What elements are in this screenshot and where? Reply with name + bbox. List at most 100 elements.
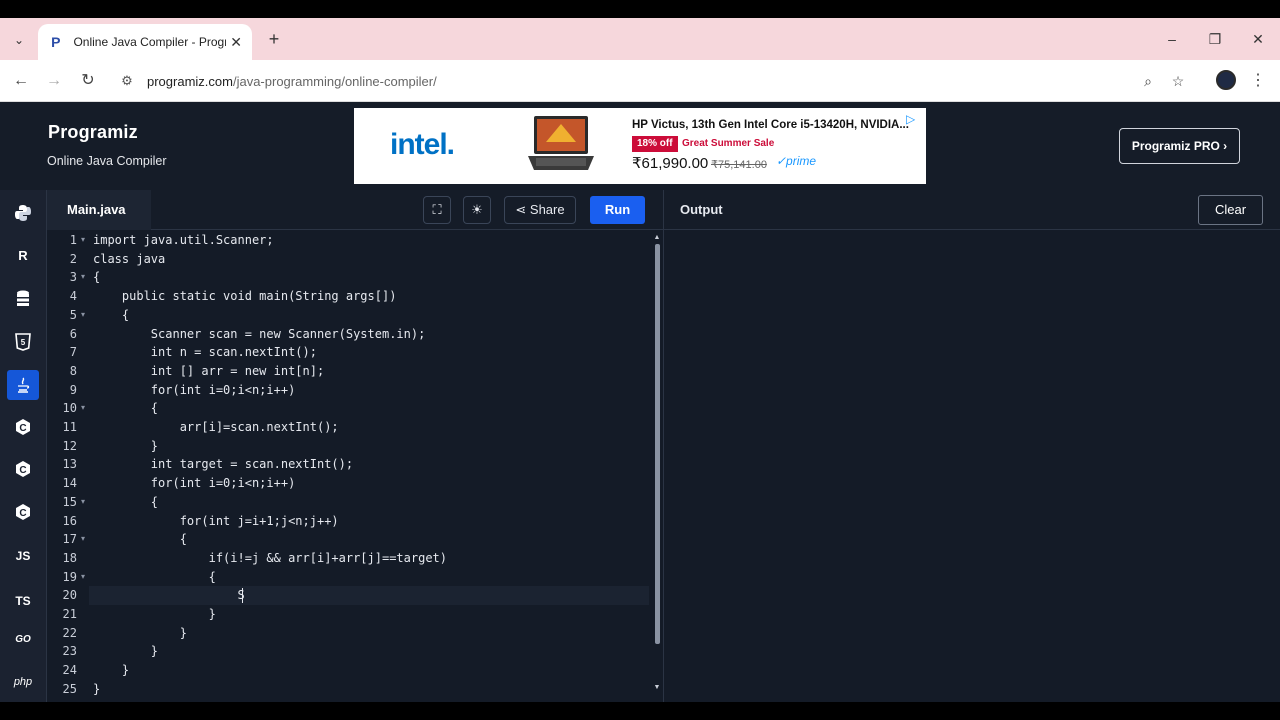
- forward-icon[interactable]: →: [42, 69, 66, 93]
- bookmark-star-icon[interactable]: ☆: [1168, 71, 1188, 91]
- share-icon: ⋖: [515, 202, 527, 217]
- scrollbar-thumb[interactable]: [655, 244, 660, 644]
- tab-close-icon[interactable]: ✕: [230, 34, 242, 51]
- scroll-up-icon[interactable]: ▲: [653, 234, 661, 241]
- tab-search-dropdown-icon[interactable]: ⌄: [8, 29, 30, 51]
- code-line[interactable]: {: [93, 399, 158, 418]
- code-line[interactable]: {: [93, 268, 100, 287]
- svg-text:5: 5: [21, 338, 26, 347]
- ad-price: ₹61,990.00: [632, 155, 709, 172]
- python-icon[interactable]: [7, 198, 39, 228]
- minimize-icon[interactable]: –: [1161, 28, 1183, 50]
- share-button[interactable]: ⋖ Share: [504, 196, 576, 224]
- code-line[interactable]: }: [93, 661, 129, 680]
- fold-arrow-icon[interactable]: ▾: [81, 568, 85, 587]
- html5-icon[interactable]: 5: [7, 327, 39, 357]
- line-number: 25: [62, 681, 77, 696]
- line-number: 11: [62, 420, 77, 434]
- line-number: 15: [62, 494, 77, 509]
- code-line[interactable]: import java.util.Scanner;: [93, 231, 274, 250]
- code-area[interactable]: import java.util.Scanner; class java{ pub…: [93, 230, 653, 702]
- code-line[interactable]: }: [93, 605, 216, 624]
- code-editor[interactable]: 1 ▾ 2 3 ▾ 4 5 ▾ 6 7 8 9 10 ▾ 11 12 13 14 15 ▾ 16 17 ▾ 18 19 ▾ 20 21…: [47, 230, 663, 702]
- svg-text:C: C: [19, 465, 26, 476]
- run-button[interactable]: Run: [590, 196, 645, 224]
- line-number: 24: [62, 663, 77, 678]
- reload-icon[interactable]: ↻: [76, 69, 100, 93]
- code-line[interactable]: for(int i=0;i<n;i++): [93, 381, 296, 400]
- line-number: 5: [69, 307, 77, 322]
- address-bar[interactable]: ⚙ programiz.com/java-programming/online-…: [110, 65, 1200, 97]
- clear-button[interactable]: Clear: [1198, 195, 1263, 225]
- code-line[interactable]: }: [93, 642, 158, 661]
- code-line[interactable]: {: [93, 530, 187, 549]
- code-line[interactable]: {: [93, 306, 129, 325]
- ad-banner[interactable]: intel. HP Victus, 13th Gen Intel Core i5…: [354, 108, 926, 184]
- file-tab-main-java[interactable]: Main.java: [47, 190, 151, 230]
- line-number: 17: [62, 532, 77, 547]
- line-number: 1: [69, 233, 77, 247]
- line-number: 22: [62, 625, 77, 640]
- scroll-down-icon[interactable]: ▼: [653, 684, 661, 691]
- back-icon[interactable]: ←: [9, 69, 33, 93]
- typescript-icon[interactable]: TS: [7, 586, 39, 616]
- ad-original-price: ₹75,141.00: [711, 159, 767, 171]
- php-icon[interactable]: php: [7, 667, 39, 697]
- code-line[interactable]: Scanner scan = new Scanner(System.in);: [93, 325, 426, 344]
- cpp-icon[interactable]: C: [7, 454, 39, 484]
- fold-arrow-icon[interactable]: ▾: [81, 530, 85, 549]
- site-info-icon[interactable]: ⚙: [118, 72, 136, 90]
- code-line[interactable]: }: [93, 437, 158, 456]
- code-line[interactable]: }: [93, 624, 187, 643]
- output-title: Output: [680, 202, 723, 217]
- code-line[interactable]: int target = scan.nextInt();: [93, 455, 353, 474]
- browser-menu-icon[interactable]: ⋮: [1250, 70, 1266, 92]
- code-line[interactable]: for(int j=i+1;j<n;j++): [93, 512, 339, 531]
- line-number: 21: [62, 607, 77, 621]
- code-line[interactable]: }: [93, 680, 100, 699]
- go-icon[interactable]: GO: [7, 625, 39, 655]
- profile-avatar[interactable]: [1216, 70, 1236, 90]
- url-text[interactable]: programiz.com/java-programming/online-co…: [147, 74, 437, 89]
- svg-text:C: C: [19, 423, 26, 434]
- sql-database-icon[interactable]: [7, 284, 39, 314]
- fold-arrow-icon[interactable]: ▾: [81, 268, 85, 287]
- adchoices-icon[interactable]: ▷: [906, 112, 922, 126]
- r-icon[interactable]: R: [7, 241, 39, 271]
- code-line[interactable]: for(int i=0;i<n;i++): [93, 474, 296, 493]
- fold-arrow-icon[interactable]: ▾: [81, 493, 85, 512]
- fullscreen-icon[interactable]: ⛶: [423, 196, 451, 224]
- code-line[interactable]: int [] arr = new int[n];: [93, 362, 324, 381]
- code-line[interactable]: int n = scan.nextInt();: [93, 343, 317, 362]
- fold-arrow-icon[interactable]: ▾: [81, 306, 85, 325]
- window-close-icon[interactable]: ✕: [1247, 28, 1269, 50]
- text-cursor: [242, 588, 243, 603]
- c-icon[interactable]: C: [7, 412, 39, 442]
- browser-tab[interactable]: P Online Java Compiler - Programiz ✕: [38, 24, 252, 60]
- restore-icon[interactable]: ❐: [1204, 28, 1226, 50]
- language-sidebar: R 5 C C C JS TS GO php: [0, 190, 47, 702]
- zoom-icon[interactable]: ⌕: [1138, 71, 1158, 91]
- code-line[interactable]: arr[i]=scan.nextInt();: [93, 418, 339, 437]
- code-line[interactable]: S: [93, 586, 244, 605]
- line-number: 20: [62, 588, 77, 603]
- browser-tab-strip: ⌄ P Online Java Compiler - Programiz ✕ +…: [0, 18, 1280, 60]
- code-line[interactable]: public static void main(String args[]): [93, 287, 397, 306]
- code-line[interactable]: {: [93, 493, 158, 512]
- new-tab-icon[interactable]: +: [264, 29, 284, 49]
- fold-arrow-icon[interactable]: ▾: [81, 231, 85, 250]
- code-line[interactable]: class java: [93, 250, 165, 269]
- ad-prime-logo: ✓prime: [776, 154, 817, 168]
- ad-sale-label: Great Summer Sale: [682, 138, 775, 149]
- java-icon[interactable]: [7, 370, 39, 400]
- javascript-icon[interactable]: JS: [7, 541, 39, 571]
- theme-toggle-icon[interactable]: ☀: [463, 196, 491, 224]
- line-number: 9: [69, 382, 77, 397]
- programiz-pro-button[interactable]: Programiz PRO ›: [1119, 128, 1240, 164]
- code-line[interactable]: {: [93, 568, 216, 587]
- code-line[interactable]: if(i!=j && arr[i]+arr[j]==target): [93, 549, 447, 568]
- csharp-icon[interactable]: C: [7, 497, 39, 527]
- programiz-logo[interactable]: Programiz: [48, 122, 138, 143]
- editor-scrollbar[interactable]: ▲ ▼: [653, 234, 661, 696]
- fold-arrow-icon[interactable]: ▾: [81, 399, 85, 418]
